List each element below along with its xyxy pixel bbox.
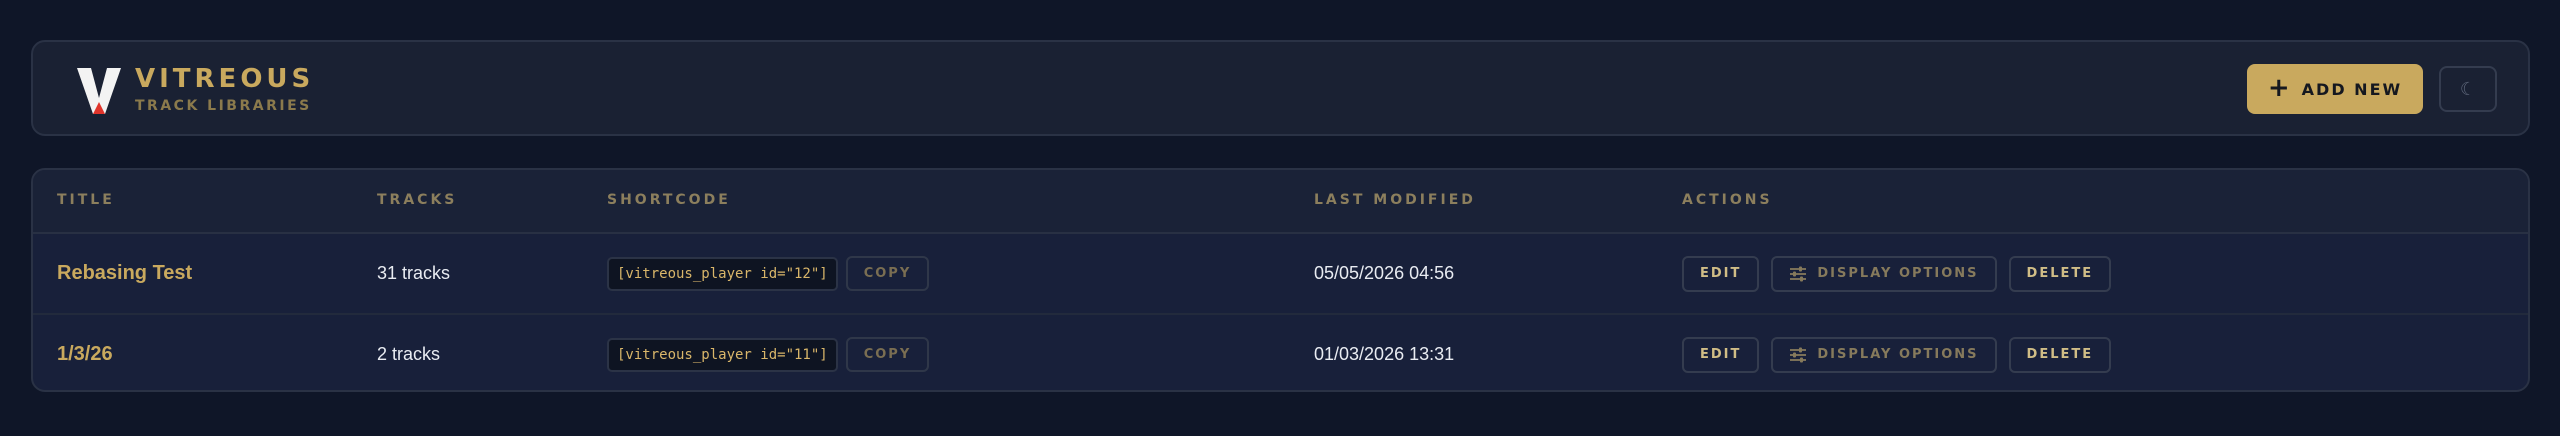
plus-icon: + [2267, 73, 2292, 103]
row-actions: EDIT DISPLAY OPTIONS DELETE [1682, 315, 2112, 390]
page-subtitle: TRACK LIBRARIES [135, 98, 312, 114]
edit-button[interactable]: EDIT [1682, 336, 1760, 373]
display-options-label: DISPLAY OPTIONS [1817, 266, 1979, 281]
shortcode-cell: [vitreous_player id="11"] COPY [607, 315, 930, 390]
track-count: 2 tracks [377, 344, 441, 364]
column-header-title: TITLE [57, 192, 115, 208]
row-actions: EDIT DISPLAY OPTIONS DELETE [1682, 234, 2112, 313]
theme-toggle-button[interactable]: ☾ [2439, 66, 2497, 112]
edit-label: EDIT [1700, 266, 1742, 281]
add-new-button[interactable]: + ADD NEW [2247, 64, 2423, 114]
shortcode-text[interactable]: [vitreous_player id="12"] [607, 256, 838, 291]
libraries-table: TITLE TRACKS SHORTCODE LAST MODIFIED ACT… [31, 168, 2530, 392]
shortcode-text[interactable]: [vitreous_player id="11"] [607, 337, 838, 372]
header-bar: VITREOUS TRACK LIBRARIES + ADD NEW ☾ [31, 40, 2530, 136]
edit-button[interactable]: EDIT [1682, 255, 1760, 292]
last-modified: 01/03/2026 13:31 [1314, 344, 1455, 364]
table-row: Rebasing Test 31 tracks [vitreous_player… [33, 234, 2528, 315]
display-options-label: DISPLAY OPTIONS [1817, 347, 1979, 362]
table-header: TITLE TRACKS SHORTCODE LAST MODIFIED ACT… [33, 170, 2528, 234]
display-options-button[interactable]: DISPLAY OPTIONS [1771, 255, 1997, 292]
library-title[interactable]: 1/3/26 [57, 315, 113, 390]
brand: VITREOUS TRACK LIBRARIES [135, 64, 314, 114]
moon-icon: ☾ [2459, 78, 2477, 99]
track-count: 31 tracks [377, 263, 451, 283]
delete-label: DELETE [2026, 266, 2094, 281]
last-modified: 05/05/2026 04:56 [1314, 263, 1455, 283]
delete-button[interactable]: DELETE [2008, 336, 2112, 373]
column-header-actions: ACTIONS [1682, 192, 1773, 208]
shortcode-cell: [vitreous_player id="12"] COPY [607, 234, 930, 313]
delete-label: DELETE [2026, 347, 2094, 362]
display-options-button[interactable]: DISPLAY OPTIONS [1771, 336, 1997, 373]
add-new-label: ADD NEW [2301, 79, 2403, 99]
edit-label: EDIT [1700, 347, 1742, 362]
copy-button[interactable]: COPY [845, 256, 930, 291]
sliders-icon [1790, 266, 1807, 281]
column-header-tracks: TRACKS [377, 192, 458, 208]
column-header-last-modified: LAST MODIFIED [1314, 192, 1476, 208]
column-header-shortcode: SHORTCODE [607, 192, 731, 208]
copy-button[interactable]: COPY [845, 337, 930, 372]
delete-button[interactable]: DELETE [2008, 255, 2112, 292]
vitreous-logo-icon [77, 68, 121, 114]
library-title[interactable]: Rebasing Test [57, 234, 192, 313]
sliders-icon [1790, 347, 1807, 362]
table-row: 1/3/26 2 tracks [vitreous_player id="11"… [33, 315, 2528, 390]
app-title: VITREOUS [135, 64, 315, 94]
